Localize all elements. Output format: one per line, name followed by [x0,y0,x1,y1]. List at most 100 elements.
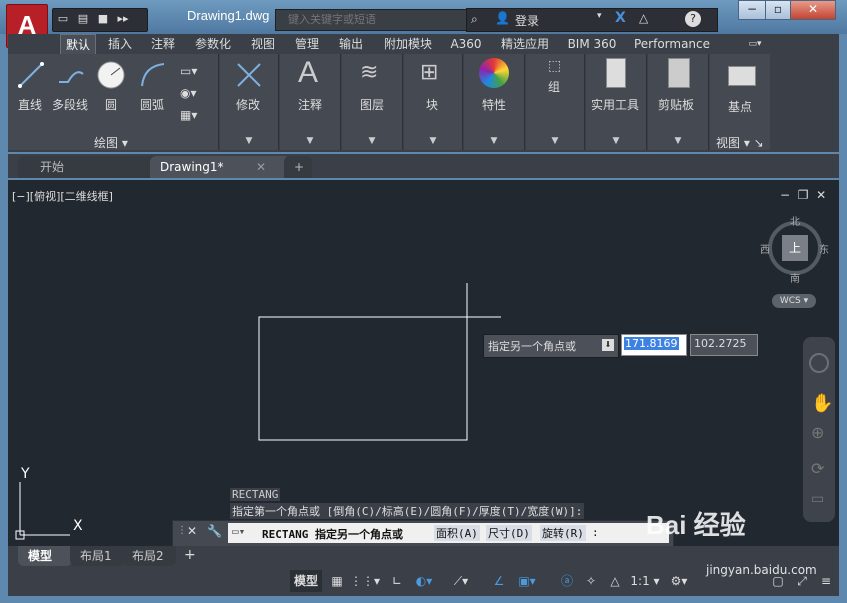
panel-annotate[interactable]: A 注释 ▼ [280,54,341,150]
block-label: 块 [426,98,439,112]
annotation-scale-icon[interactable]: △ [604,570,626,592]
ortho-icon[interactable]: ∟ [386,570,408,592]
options-dropdown-icon[interactable]: ⬇ [602,339,614,351]
wrench-icon[interactable]: 🔧 [207,524,222,538]
scale-selector[interactable]: 1:1 ▾ [630,570,660,592]
isodraft-icon[interactable]: ⟋▾ [448,570,474,592]
circle-tool-icon[interactable] [96,60,126,90]
line-tool-icon[interactable] [16,60,46,90]
arc-tool-icon[interactable] [138,60,168,90]
tab-layout1[interactable]: 布局1 [70,546,124,566]
login-label[interactable]: 登录 [515,12,539,29]
chevron-down-icon[interactable]: ▼ [220,136,278,146]
close-command-icon[interactable]: ✕ [187,524,197,538]
line-tool-label[interactable]: 直线 [18,96,42,113]
tab-performance[interactable]: Performance [630,34,714,54]
base-view-label[interactable]: 基点 [728,98,752,115]
dynamic-input-y-field[interactable]: 102.2725 [690,334,758,356]
panel-block[interactable]: ⊞ 块 ▼ [404,54,463,150]
user-icon[interactable]: 👤 [495,11,510,25]
panel-group[interactable]: ⬚ 组 ▼ [526,54,585,150]
object-snap-tracking-icon[interactable]: ∠ [488,570,510,592]
tab-drawing1[interactable]: Drawing1* ✕ [150,156,290,178]
new-file-icon[interactable]: ▭ [53,9,73,29]
auto-scale-icon[interactable]: ✧ [580,570,602,592]
polyline-tool-label[interactable]: 多段线 [52,96,88,113]
arc-tool-label[interactable]: 圆弧 [140,96,164,113]
close-window-button[interactable]: ✕ [790,0,836,20]
more-icon[interactable]: ▸▸ [113,9,133,29]
tab-start[interactable]: 开始 [18,156,158,178]
ribbon-toggle-icon[interactable]: ▭▾ [742,34,768,54]
new-layout-button[interactable]: + [184,547,196,563]
drawing-geometry[interactable] [8,180,839,546]
model-space-button[interactable]: 模型 [290,570,322,592]
draw-small-tools[interactable]: ▭▾ ◉▾ ▦▾ [180,60,197,126]
chevron-down-icon[interactable]: ▼ [526,136,584,146]
annotation-visibility-icon[interactable]: ⓐ [556,570,578,592]
dynamic-input-x-field[interactable]: 171.8169 [621,334,687,356]
draw-panel-footer[interactable]: 绘图 ▾ [94,134,128,151]
snap-icon[interactable]: ⋮⋮▾ [350,570,380,592]
tab-a360[interactable]: A360 [446,34,486,54]
exchange-icon[interactable]: X [615,10,626,26]
grid-icon[interactable]: ▦ [326,570,348,592]
chevron-down-icon[interactable]: ▼ [648,136,708,146]
panel-modify[interactable]: 修改 ▼ [220,54,279,150]
login-dropdown-icon[interactable]: ▾ [597,11,602,21]
panel-view: 基点 视图 ▾ ↘ [710,54,770,150]
polar-tracking-icon[interactable]: ◐▾ [410,570,438,592]
tab-default[interactable]: 默认 [60,34,96,55]
dynamic-input-x-value[interactable]: 171.8169 [624,337,679,350]
chevron-down-icon[interactable]: ▼ [586,136,646,146]
circle-tool-label[interactable]: 圆 [105,96,117,113]
close-tab-icon[interactable]: ✕ [256,156,266,178]
dynamic-input-prompt: 指定另一个角点或 ⬇ [483,334,619,358]
layers-label: 图层 [360,98,385,112]
workspace-gear-icon[interactable]: ⚙▾ [668,570,690,592]
tab-annotate[interactable]: 注释 [146,34,180,54]
base-view-icon[interactable] [728,66,756,86]
help-icon[interactable]: ? [685,11,701,27]
tab-layout2[interactable]: 布局2 [122,546,176,566]
chevron-down-icon[interactable]: ▼ [464,136,524,146]
chevron-down-icon[interactable]: ▼ [342,136,402,146]
binoculars-icon[interactable]: ⌕ [471,12,478,27]
dynamic-input-y-value[interactable]: 102.2725 [694,337,747,350]
search-input[interactable] [276,10,458,28]
command-grip[interactable]: ⋮ [177,525,187,536]
panel-layers[interactable]: ≋ 图层 ▼ [342,54,403,150]
view-panel-footer[interactable]: 视图 ▾ ↘ [716,134,764,151]
new-tab-button[interactable]: + [284,156,312,178]
tab-view[interactable]: 视图 [246,34,280,54]
baidu-watermark-url: jingyan.baidu.com [706,563,817,577]
tab-addins[interactable]: 附加模块 [378,34,438,54]
tab-output[interactable]: 输出 [334,34,368,54]
polyline-tool-icon[interactable] [56,60,86,90]
tab-parametric[interactable]: 参数化 [190,34,236,54]
chevron-down-icon[interactable]: ▼ [280,136,340,146]
maximize-button[interactable]: ▫ [765,0,791,20]
tab-featured-apps[interactable]: 精选应用 [496,34,554,54]
option-area[interactable]: 面积(A) [434,525,480,541]
panel-properties[interactable]: 特性 ▼ [464,54,525,150]
tab-bim360[interactable]: BIM 360 [563,34,621,54]
save-icon[interactable]: ■ [93,9,113,29]
customize-menu-icon[interactable]: ≡ [816,570,836,592]
open-file-icon[interactable]: ▤ [73,9,93,29]
tab-model[interactable]: 模型 [18,546,72,566]
chevron-down-icon[interactable]: ▼ [404,136,462,146]
a360-icon[interactable]: △ [639,11,648,25]
tab-insert[interactable]: 插入 [103,34,137,54]
panel-utilities[interactable]: 实用工具 ▼ [586,54,647,150]
tab-manage[interactable]: 管理 [290,34,324,54]
object-snap-icon[interactable]: ▣▾ [512,570,542,592]
panel-clipboard[interactable]: 剪贴板 ▼ [648,54,709,150]
command-input[interactable]: ▭▾ RECTANG 指定另一个角点或 面积(A) 尺寸(D) 旋转(R) : [228,523,669,543]
recent-commands-icon[interactable]: ▭▾ [232,525,245,538]
option-rotation[interactable]: 旋转(R) [540,525,586,541]
minimize-button[interactable]: − [738,0,766,20]
command-current-text: RECTANG 指定另一个角点或 [262,528,403,541]
rectangle-preview [258,316,468,441]
option-dimensions[interactable]: 尺寸(D) [486,525,532,541]
